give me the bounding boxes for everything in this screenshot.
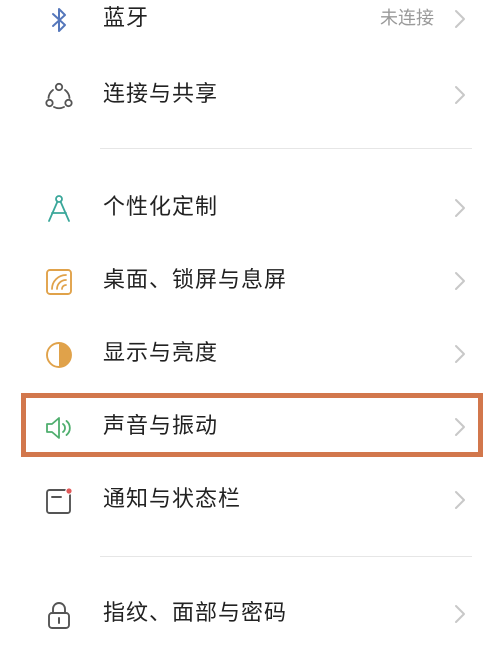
chevron-right-icon	[452, 603, 468, 625]
brightness-icon	[42, 338, 76, 372]
chevron-right-icon	[452, 8, 468, 30]
speaker-icon	[42, 411, 76, 445]
settings-item-desktop-lockscreen[interactable]: 桌面、锁屏与息屏	[0, 248, 500, 312]
connection-share-icon	[42, 79, 76, 113]
settings-list: 蓝牙 未连接 连接与共享 个性化定制 桌面、锁屏与息屏 显示与亮度 声音与振动 …	[0, 0, 500, 631]
chevron-right-icon	[452, 270, 468, 292]
settings-item-label: 蓝牙	[103, 6, 150, 31]
settings-item-display-brightness[interactable]: 显示与亮度	[0, 321, 500, 385]
settings-item-label: 显示与亮度	[103, 341, 219, 366]
chevron-right-icon	[452, 197, 468, 219]
settings-item-bluetooth[interactable]: 蓝牙 未连接	[0, 0, 500, 50]
settings-item-connection-share[interactable]: 连接与共享	[0, 62, 500, 126]
wallpaper-icon	[42, 265, 76, 299]
settings-item-personalization[interactable]: 个性化定制	[0, 175, 500, 239]
lock-icon	[42, 598, 76, 632]
settings-item-label: 个性化定制	[103, 195, 219, 220]
settings-item-notification-statusbar[interactable]: 通知与状态栏	[0, 467, 500, 531]
chevron-right-icon	[452, 489, 468, 511]
settings-item-label: 通知与状态栏	[103, 487, 242, 512]
section-divider	[100, 556, 472, 557]
settings-item-fingerprint-face-password[interactable]: 指纹、面部与密码	[0, 581, 500, 645]
notification-icon	[42, 484, 76, 518]
settings-item-label: 指纹、面部与密码	[103, 601, 288, 626]
chevron-right-icon	[452, 416, 468, 438]
chevron-right-icon	[452, 84, 468, 106]
settings-item-label: 连接与共享	[103, 82, 219, 107]
bluetooth-status-value: 未连接	[380, 8, 434, 29]
section-divider	[100, 148, 472, 149]
bluetooth-icon	[42, 3, 76, 37]
chevron-right-icon	[452, 343, 468, 365]
settings-item-sound-vibration[interactable]: 声音与振动	[0, 394, 500, 458]
settings-item-label: 声音与振动	[103, 414, 219, 439]
settings-item-label: 桌面、锁屏与息屏	[103, 268, 288, 293]
personalization-icon	[42, 192, 76, 226]
